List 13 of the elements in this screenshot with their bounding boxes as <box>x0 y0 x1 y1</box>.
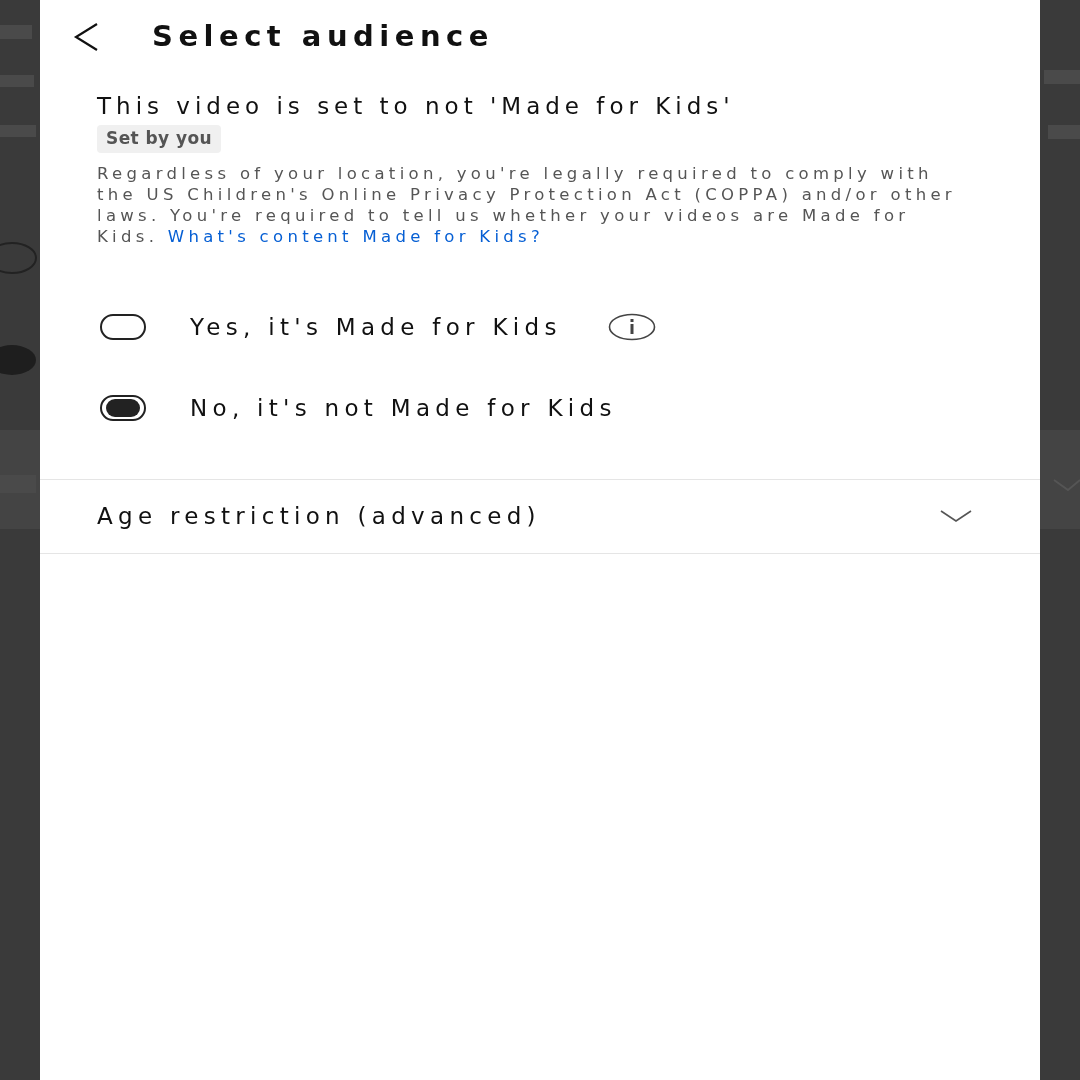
content-link[interactable]: What's content Made for Kids? <box>167 226 544 246</box>
chevron-down-icon[interactable] <box>940 509 972 523</box>
back-icon <box>73 22 99 52</box>
page-title: Select audience <box>152 18 494 56</box>
status-heading: This video is set to not 'Made for Kids' <box>97 92 736 121</box>
info-icon[interactable] <box>607 313 656 341</box>
option-label: No, it's not Made for Kids <box>190 393 617 423</box>
notice-paragraph: Regardless of your location, you're legally required to comply with the US Children's Online Privacy Protection Act (COPPA) and/or other laws. You're required to tell us whether your videos are Made for Kids. What's content Made for Kids? <box>97 162 957 247</box>
age-restriction-label[interactable]: Age restriction (advanced) <box>97 498 541 534</box>
status-tag: Set by you <box>97 125 222 153</box>
radio-button[interactable] <box>100 395 146 421</box>
radio-button[interactable] <box>100 314 146 340</box>
option-label: Yes, it's Made for Kids <box>190 312 562 342</box>
